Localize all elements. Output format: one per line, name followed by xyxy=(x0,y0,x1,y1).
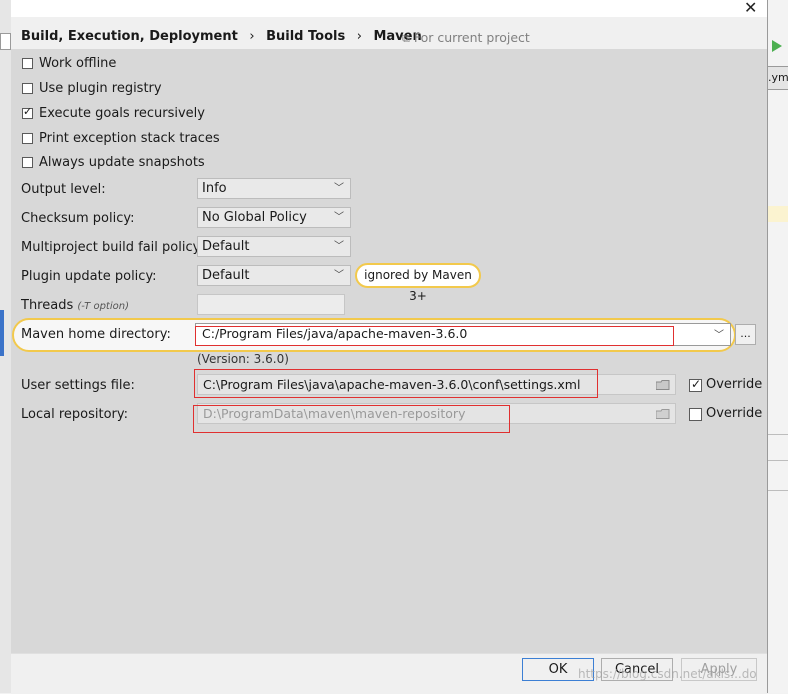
checkbox-box[interactable] xyxy=(689,408,702,421)
output-level-select[interactable]: Info ﹀ xyxy=(197,178,351,199)
breadcrumb-separator: › xyxy=(356,29,362,44)
close-icon[interactable]: ✕ xyxy=(744,0,757,17)
checkmark-icon: ✓ xyxy=(23,105,33,118)
tree-selection xyxy=(0,33,11,50)
chevron-down-icon: ﹀ xyxy=(334,270,344,281)
checksum-policy-select[interactable]: No Global Policy ﹀ xyxy=(197,207,351,228)
scope-indicator: ⧉ For current project xyxy=(402,30,530,46)
divider xyxy=(768,434,788,435)
run-icon[interactable] xyxy=(772,40,782,52)
plugin-update-policy-select[interactable]: Default ﹀ xyxy=(197,265,351,286)
checkbox-box[interactable] xyxy=(22,83,33,94)
threads-hint: (-T option) xyxy=(77,301,129,312)
maven3-ignored-note: ignored by Maven 3+ xyxy=(355,263,481,303)
chevron-down-icon: ﹀ xyxy=(334,212,344,223)
threads-input[interactable] xyxy=(197,294,345,315)
breadcrumb-build-execution[interactable]: Build, Execution, Deployment xyxy=(21,29,238,44)
local-repository-label: Local repository: xyxy=(21,407,128,422)
tree-selection-marker xyxy=(0,310,4,356)
checkbox-box[interactable]: ✓ xyxy=(22,105,33,119)
multiproject-fail-policy-value: Default xyxy=(202,239,250,254)
checkbox-box[interactable]: ✓ xyxy=(689,377,702,392)
folder-icon[interactable] xyxy=(656,409,670,419)
user-settings-label: User settings file: xyxy=(21,378,135,393)
copy-icon: ⧉ xyxy=(402,32,410,45)
breadcrumb: Build, Execution, Deployment › Build Too… xyxy=(21,29,422,44)
plugin-update-policy-label: Plugin update policy: xyxy=(21,269,157,284)
settings-header: Build, Execution, Deployment › Build Too… xyxy=(11,17,767,49)
chevron-down-icon: ﹀ xyxy=(334,241,344,252)
checkbox-box[interactable] xyxy=(22,157,33,168)
chevron-down-icon: ﹀ xyxy=(334,183,344,194)
editor-tab[interactable]: .ym xyxy=(768,66,788,90)
threads-label: Threads (-T option) xyxy=(21,298,129,313)
editor-highlight-line xyxy=(768,206,788,222)
breadcrumb-build-tools[interactable]: Build Tools xyxy=(266,29,345,44)
maven-home-label: Maven home directory: xyxy=(21,327,171,342)
plugin-update-policy-value: Default xyxy=(202,268,250,283)
checkbox-box[interactable] xyxy=(22,133,33,144)
ide-background-pane: .ym xyxy=(767,0,788,693)
multiproject-fail-policy-select[interactable]: Default ﹀ xyxy=(197,236,351,257)
user-settings-red-annotation xyxy=(194,369,598,398)
divider xyxy=(768,460,788,461)
checkmark-icon: ✓ xyxy=(691,377,702,391)
dialog-title-bar xyxy=(11,0,767,17)
maven-version-text: (Version: 3.6.0) xyxy=(197,352,289,366)
checkbox-box[interactable] xyxy=(22,58,33,69)
checksum-policy-value: No Global Policy xyxy=(202,210,307,225)
folder-icon[interactable] xyxy=(656,380,670,390)
checksum-policy-label: Checksum policy: xyxy=(21,211,135,226)
watermark-text: https://blog.csdn.net/akls...do xyxy=(578,667,757,681)
maven-home-red-annotation xyxy=(195,326,674,346)
chevron-down-icon: ﹀ xyxy=(714,330,724,341)
multiproject-fail-policy-label: Multiproject build fail policy: xyxy=(21,240,204,255)
scope-label: For current project xyxy=(413,30,530,45)
output-level-label: Output level: xyxy=(21,182,106,197)
output-level-value: Info xyxy=(202,181,227,196)
maven-home-browse-button[interactable]: ... xyxy=(735,324,756,345)
breadcrumb-separator: › xyxy=(249,29,255,44)
divider xyxy=(768,490,788,491)
local-repository-red-annotation xyxy=(193,405,510,433)
